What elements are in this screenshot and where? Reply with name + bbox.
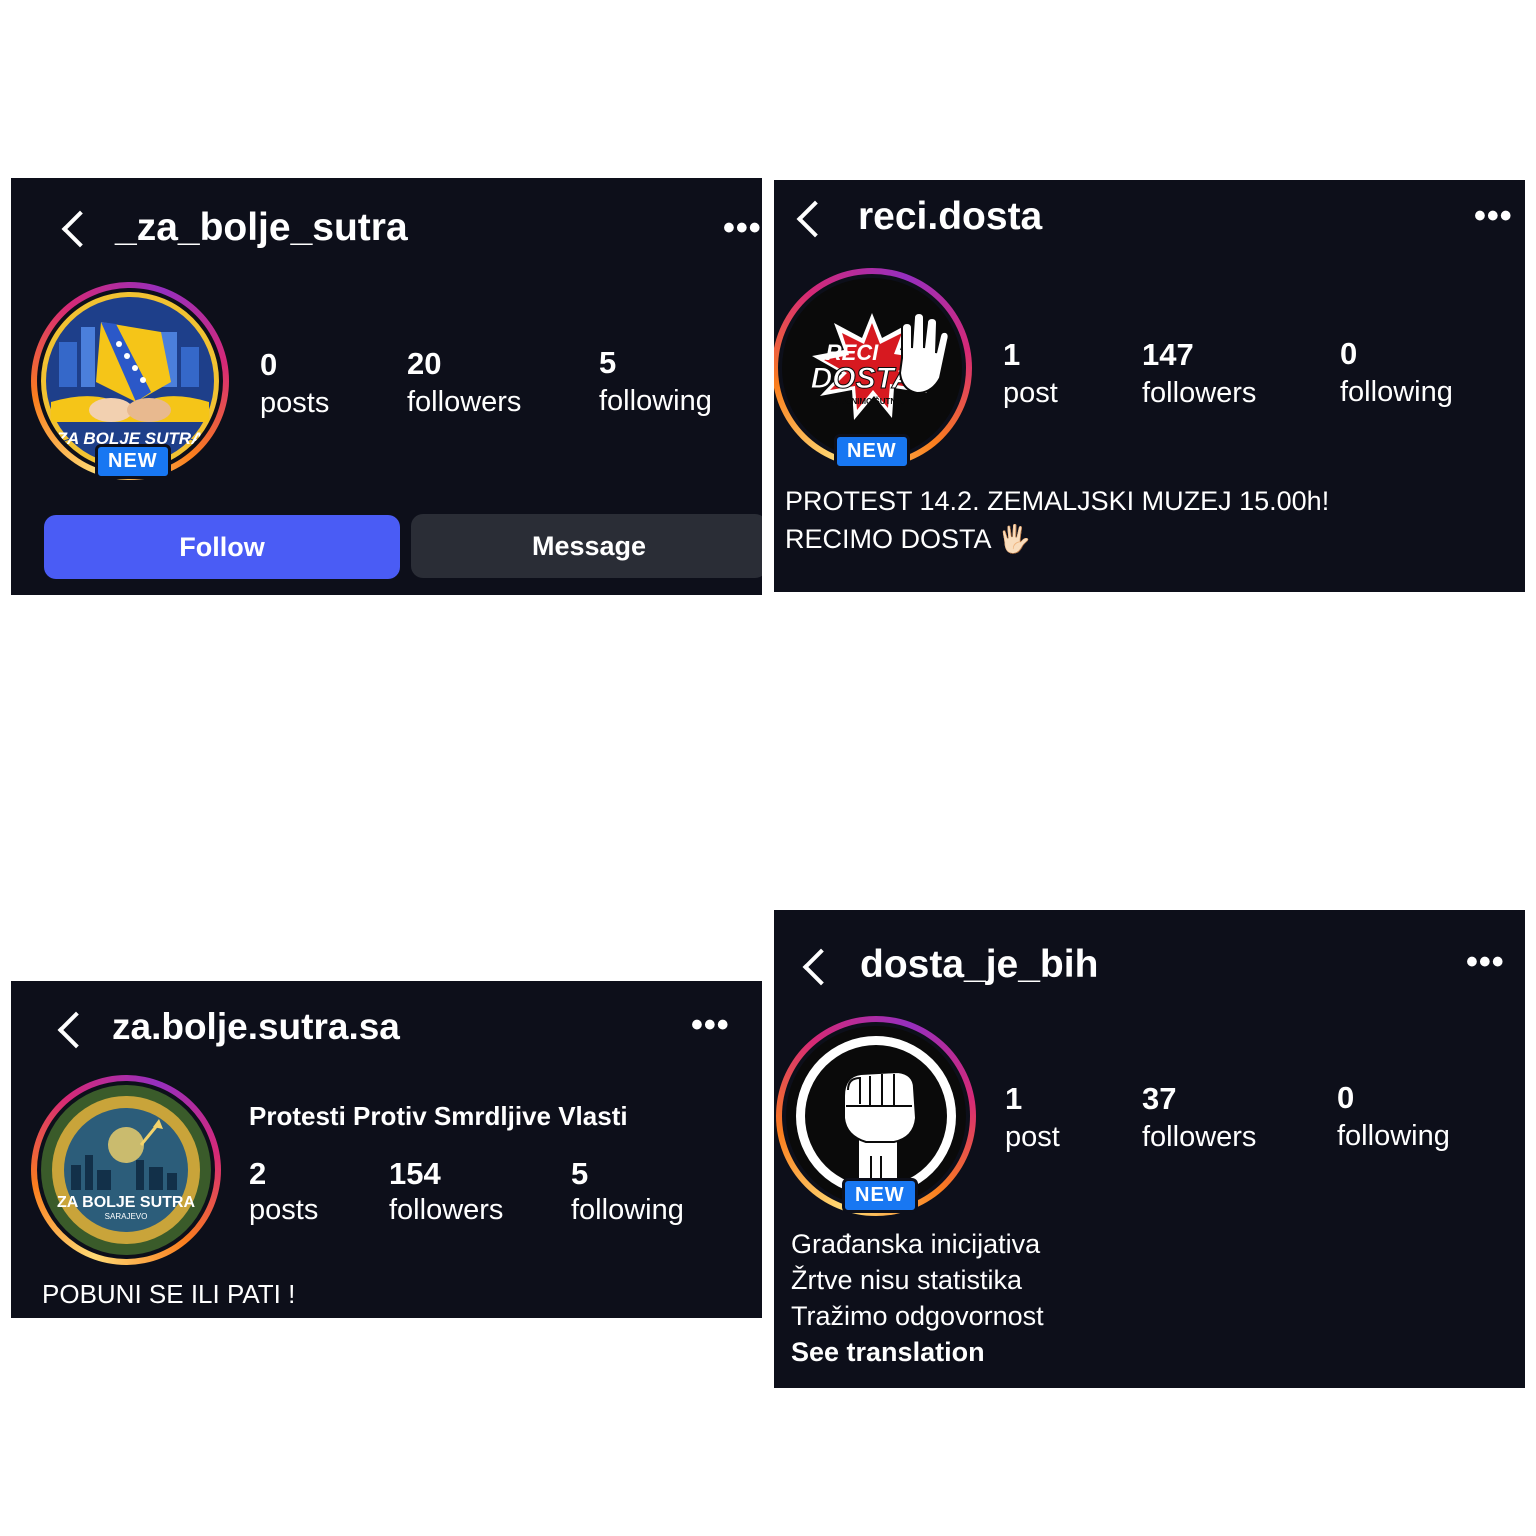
back-arrow-icon[interactable] [796,200,834,238]
stat-posts[interactable]: 1 post [1005,1080,1060,1156]
new-badge: NEW [834,434,910,469]
stat-following-count: 0 [1337,1080,1355,1115]
stat-followers-count: 154 [389,1156,441,1191]
profile-panel-dosta-je-bih: dosta_je_bih ••• NEW 1 post 37 followers… [774,910,1525,1388]
new-badge: NEW [95,444,171,479]
avatar-reci-dosta-image: RECI DOSTA PREKINIMO ŠUTNJU! [782,278,962,458]
avatar-text-dosta: DOSTA [811,362,914,395]
profile-bio: Građanska inicijativa Žrtve nisu statist… [791,1226,1044,1370]
stat-posts-count: 1 [1005,1081,1023,1116]
stat-posts-label: post [1003,377,1058,409]
profile-username: dosta_je_bih [860,943,1099,986]
bio-line: Tražimo odgovornost [791,1301,1044,1331]
stat-followers-label: followers [1142,1121,1257,1153]
stat-posts-count: 2 [249,1156,267,1191]
avatar-text: ZA BOLJE SUTRA [57,1194,196,1211]
more-options-icon[interactable]: ••• [1474,199,1513,233]
stat-following-count: 0 [1340,336,1358,371]
stat-following[interactable]: 0 following [1340,335,1453,411]
stat-followers-count: 20 [407,346,442,381]
back-arrow-icon[interactable] [61,210,99,248]
stat-posts-label: post [1005,1121,1060,1153]
stat-following[interactable]: 0 following [1337,1079,1450,1155]
bio-line: RECIMO DOSTA 🖐🏻 [785,524,1032,554]
new-badge: NEW [842,1178,918,1213]
back-arrow-icon[interactable] [802,948,840,986]
stat-posts[interactable]: 0 posts [260,346,329,422]
profile-panel-za-bolje-sutra: _za_bolje_sutra ••• ZA BOLJE SUTRA NEW 0… [11,178,762,595]
stat-followers-label: followers [389,1194,504,1226]
story-ring[interactable]: ZA BOLJE SUTRA SARAJEVO [31,1075,221,1265]
bio-line: Žrtve nisu statistika [791,1265,1023,1295]
profile-username: reci.dosta [858,195,1043,238]
avatar: RECI DOSTA PREKINIMO ŠUTNJU! [782,278,962,458]
stat-followers-count: 37 [1142,1081,1177,1116]
stat-posts[interactable]: 1 post [1003,336,1058,412]
avatar-subtext: SARAJEVO [105,1212,148,1221]
stat-followers-label: followers [1142,377,1257,409]
stat-followers[interactable]: 147 followers [1142,336,1256,412]
stat-followers-label: followers [407,386,522,418]
stat-following[interactable]: 5 following [599,344,712,420]
avatar-za-bolje-sutra-sa-image: ZA BOLJE SUTRA SARAJEVO [41,1085,211,1255]
stat-following-label: following [1340,376,1453,408]
more-options-icon[interactable]: ••• [723,211,762,245]
stat-following[interactable]: 5 following [571,1156,684,1228]
profile-panel-za-bolje-sutra-sa: za.bolje.sutra.sa ••• ZA BOLJE SUTRA SAR… [11,981,762,1318]
stat-followers[interactable]: 20 followers [407,345,521,421]
message-button[interactable]: Message [411,514,762,578]
display-name: Protesti Protiv Smrdljive Vlasti [249,1101,628,1131]
profile-bio: POBUNI SE ILI PATI ! [42,1279,296,1309]
more-options-icon[interactable]: ••• [1466,945,1505,979]
stat-posts-label: posts [249,1194,319,1226]
stat-following-count: 5 [571,1156,589,1191]
stat-following-count: 5 [599,345,617,380]
see-translation-link[interactable]: See translation [791,1334,1044,1370]
profile-username: _za_bolje_sutra [115,206,408,249]
profile-panel-reci-dosta: reci.dosta ••• RECI DOSTA PREKINIMO ŠUTN… [774,180,1525,592]
stat-posts-count: 0 [260,347,278,382]
stat-posts-label: posts [260,387,330,419]
stat-followers-count: 147 [1142,337,1194,372]
profile-bio: PROTEST 14.2. ZEMALJSKI MUZEJ 15.00h! RE… [785,482,1329,558]
avatar: ZA BOLJE SUTRA SARAJEVO [41,1085,211,1255]
bio-line: Građanska inicijativa [791,1229,1041,1259]
bio-line: PROTEST 14.2. ZEMALJSKI MUZEJ 15.00h! [785,486,1330,516]
stat-following-label: following [1337,1120,1450,1152]
follow-button[interactable]: Follow [44,515,400,579]
stat-posts-count: 1 [1003,337,1021,372]
stat-posts[interactable]: 2 posts [249,1156,318,1228]
profile-username: za.bolje.sutra.sa [112,1006,400,1047]
stat-following-label: following [599,385,712,417]
back-arrow-icon[interactable] [57,1011,95,1049]
stat-followers[interactable]: 154 followers [389,1156,503,1228]
avatar-tagline: PREKINIMO ŠUTNJU! [827,397,909,406]
stat-following-label: following [571,1194,684,1226]
stat-followers[interactable]: 37 followers [1142,1080,1256,1156]
more-options-icon[interactable]: ••• [691,1008,730,1042]
